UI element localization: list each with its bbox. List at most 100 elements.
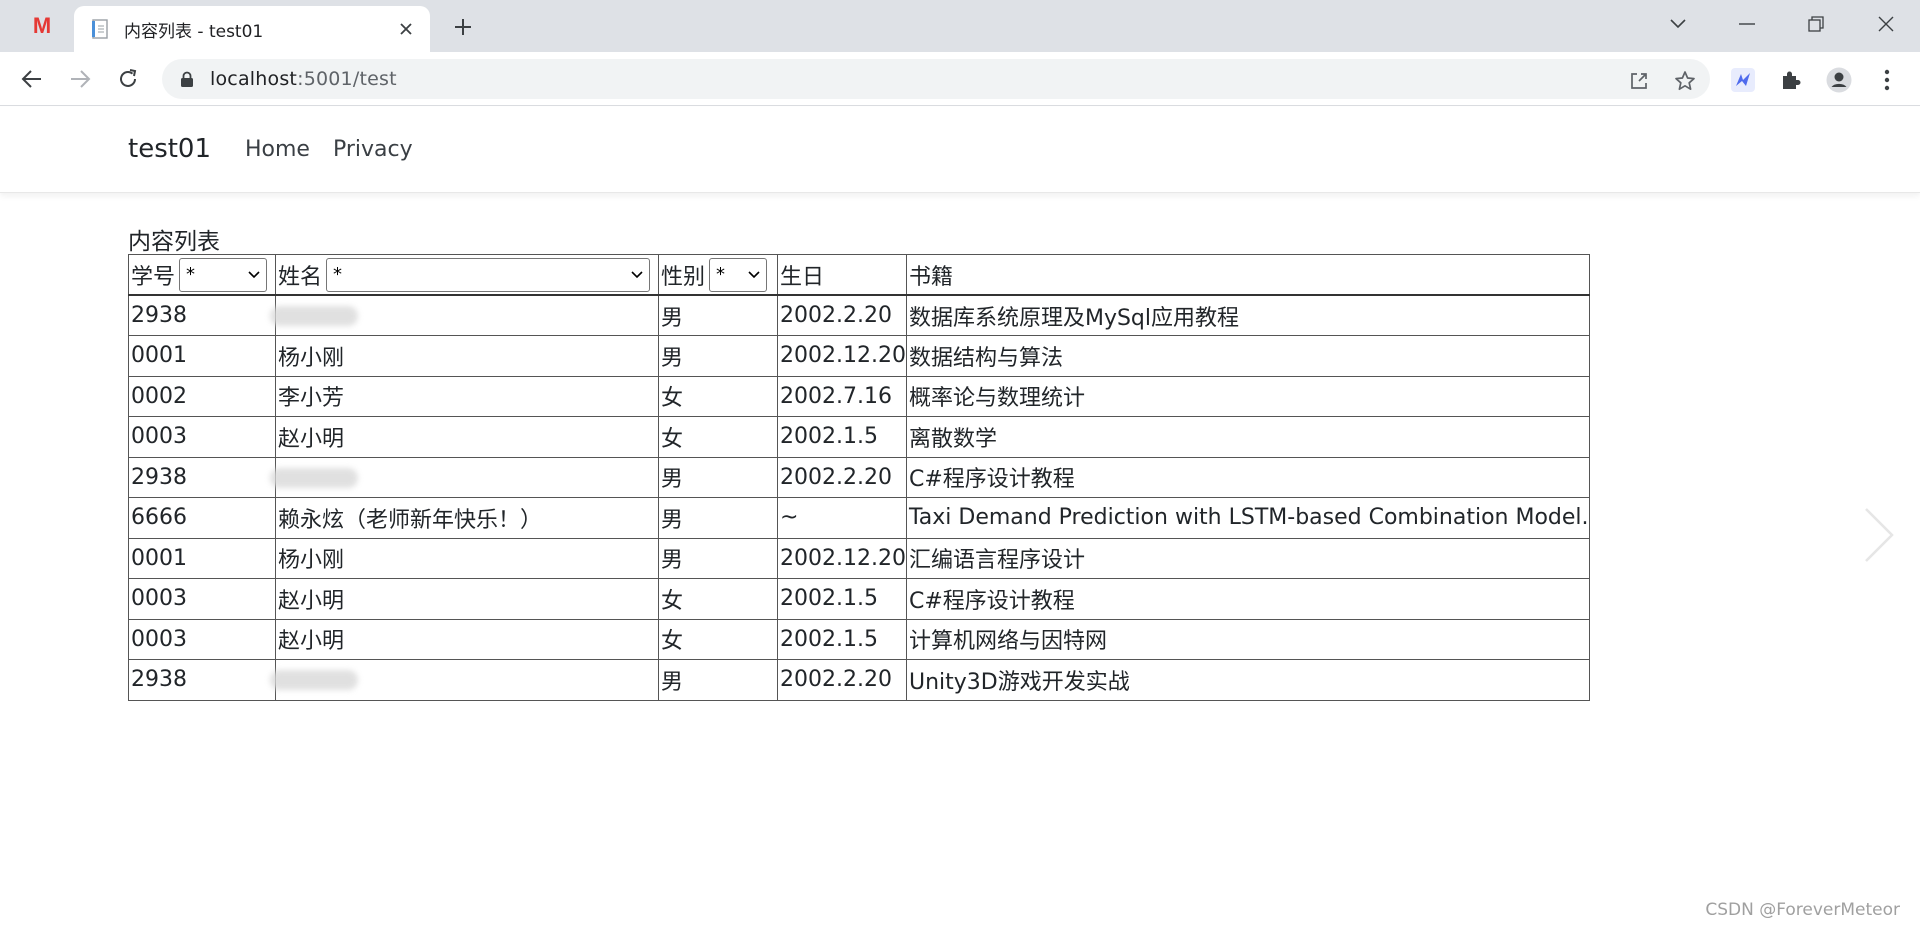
forward-button[interactable] [64, 63, 96, 95]
next-arrow-icon[interactable] [1862, 505, 1896, 565]
cell-name: 杨小刚 [275, 537, 659, 579]
gender-filter-select[interactable]: * [709, 257, 768, 292]
header-book: 书籍 [905, 254, 1590, 296]
share-icon[interactable] [1628, 70, 1650, 92]
profile-icon[interactable] [1826, 67, 1852, 93]
extension-bird-icon[interactable] [1730, 67, 1756, 93]
minimize-icon [1739, 23, 1755, 25]
table-row: 6666 赖永炫（老师新年快乐！）男 ~ Taxi Demand Prediction… [128, 497, 1590, 539]
forward-icon [71, 70, 91, 88]
cell-birthday: 2002.1.5 [777, 578, 907, 620]
cell-birthday: 2002.2.20 [777, 456, 907, 498]
cell-gender: 男 [658, 537, 778, 579]
new-tab-button[interactable] [448, 12, 478, 42]
cell-name: 赵小明 [275, 578, 659, 620]
restore-button[interactable] [1798, 10, 1834, 38]
cell-birthday: 2002.12.20 [777, 537, 907, 579]
name-filter-select[interactable]: * [326, 257, 651, 292]
more-icon[interactable] [1874, 67, 1900, 93]
cell-name: 赵小明 [275, 618, 659, 660]
nav-home-link[interactable]: Home [245, 137, 310, 162]
cell-id: 2938 [128, 456, 276, 498]
back-button[interactable] [16, 63, 48, 95]
address-bar[interactable]: localhost:5001/test [162, 59, 1710, 99]
header-birthday: 生日 [777, 254, 907, 296]
cell-id: 0001 [128, 537, 276, 579]
table-header-row: 学号 * 姓名 * 性别 * 生日 书籍 [128, 254, 1590, 296]
cell-name [270, 659, 659, 701]
cell-id: 0003 [128, 578, 276, 620]
cell-id: 0003 [128, 416, 276, 458]
puzzle-icon[interactable] [1778, 67, 1804, 93]
table-row: 2938 男 2002.2.20 C#程序设计教程 [128, 456, 1590, 498]
star-icon[interactable] [1674, 70, 1696, 92]
mail-logo-icon: M [32, 13, 52, 38]
table-caption: 内容列表 [128, 229, 220, 255]
close-icon [1878, 16, 1894, 32]
cell-book: 汇编语言程序设计 [905, 537, 1590, 579]
id-filter-select[interactable]: * [179, 257, 268, 292]
cell-book: 计算机网络与因特网 [905, 618, 1590, 660]
cell-birthday: 2002.12.20 [777, 335, 907, 377]
cell-id: 2938 [128, 294, 276, 336]
url-text[interactable]: localhost:5001/test [210, 68, 397, 90]
table-row: 0003 赵小明女 2002.1.5 计算机网络与因特网 [128, 618, 1590, 660]
plus-icon [455, 19, 471, 35]
minimize-button[interactable] [1729, 10, 1765, 38]
content-table: 学号 * 姓名 * 性别 * 生日 书籍 2938 男 2002.2.20 数据… [128, 254, 1590, 701]
chevron-down-icon [248, 270, 260, 278]
cell-gender: 男 [658, 335, 778, 377]
redacted-name [270, 467, 358, 488]
cell-book: Taxi Demand Prediction with LSTM-based C… [905, 497, 1590, 539]
table-row: 0003 赵小明女 2002.1.5 C#程序设计教程 [128, 578, 1590, 620]
pinned-tab[interactable]: M [24, 12, 60, 40]
cell-book: C#程序设计教程 [905, 578, 1590, 620]
cell-gender: 男 [658, 294, 778, 336]
lock-icon[interactable] [180, 71, 194, 87]
cell-gender: 女 [658, 375, 778, 417]
header-gender: 性别 * [658, 254, 778, 296]
reload-icon [120, 69, 137, 87]
back-icon [21, 70, 41, 88]
active-tab[interactable]: 内容列表 - test01 [74, 6, 430, 52]
cell-name [270, 294, 659, 336]
tab-search-button[interactable] [1660, 10, 1696, 38]
cell-id: 6666 [128, 497, 276, 539]
cell-gender: 女 [658, 618, 778, 660]
cell-book: 概率论与数理统计 [905, 375, 1590, 417]
id-filter-value: * [186, 264, 196, 285]
header-name-label: 姓名 [278, 264, 323, 290]
document-favicon-icon [92, 19, 110, 39]
gender-filter-value: * [716, 264, 726, 285]
cell-book: Unity3D游戏开发实战 [905, 659, 1590, 701]
header-id-label: 学号 [131, 264, 176, 290]
close-tab-icon[interactable] [394, 17, 418, 41]
cell-birthday: 2002.7.16 [777, 375, 907, 417]
site-navbar: test01 Home Privacy [0, 107, 1920, 193]
url-path: :5001/test [297, 68, 397, 90]
cell-name: 赵小明 [275, 416, 659, 458]
cell-id: 0001 [128, 335, 276, 377]
chevron-down-icon [1670, 19, 1686, 29]
cell-birthday: 2002.2.20 [777, 294, 907, 336]
tab-title: 内容列表 - test01 [124, 21, 264, 42]
cell-gender: 男 [658, 456, 778, 498]
cell-book: 数据库系统原理及MySql应用教程 [905, 294, 1590, 336]
table-row: 0003 赵小明女 2002.1.5 离散数学 [128, 416, 1590, 458]
cell-book: 数据结构与算法 [905, 335, 1590, 377]
redacted-name [270, 306, 358, 326]
nav-privacy-link[interactable]: Privacy [333, 137, 413, 162]
cell-name: 杨小刚 [275, 335, 659, 377]
cell-birthday: ~ [777, 497, 907, 539]
watermark: CSDN @ForeverMeteor [1705, 900, 1900, 920]
brand-link[interactable]: test01 [128, 134, 211, 164]
cell-birthday: 2002.1.5 [777, 416, 907, 458]
chevron-down-icon [631, 270, 643, 278]
cell-id: 2938 [128, 659, 276, 701]
name-filter-value: * [333, 264, 343, 285]
reload-button[interactable] [112, 63, 144, 95]
url-host: localhost [210, 68, 298, 90]
chevron-down-icon [748, 270, 760, 278]
close-window-button[interactable] [1868, 10, 1904, 38]
header-id: 学号 * [128, 254, 276, 296]
